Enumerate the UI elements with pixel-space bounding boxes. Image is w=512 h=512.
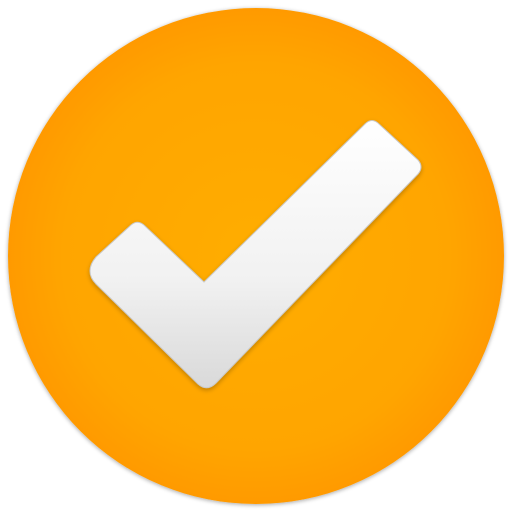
check-circle-icon bbox=[8, 8, 504, 504]
check-badge bbox=[0, 0, 512, 512]
